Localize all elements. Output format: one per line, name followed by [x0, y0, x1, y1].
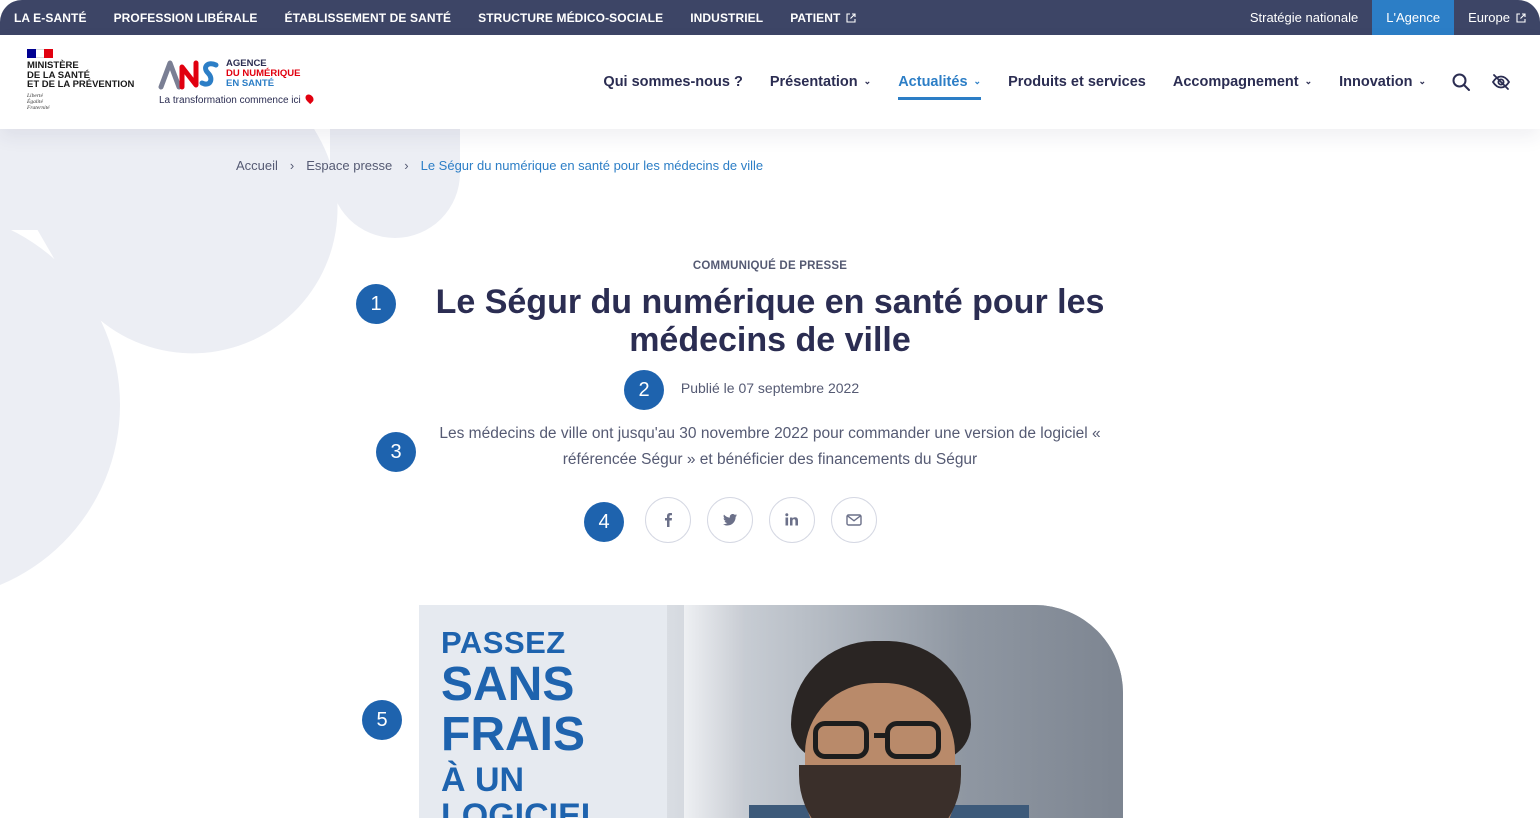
hero-image: PASSEZ SANS FRAIS À UN LOGICIEL — [419, 605, 1123, 818]
ans-logo-mark-icon — [158, 60, 219, 90]
chevron-down-icon: ⌄ — [1304, 75, 1313, 86]
photo-window — [684, 605, 744, 818]
ministry-name: MINISTÈRE DE LA SANTÉ ET DE LA PRÉVENTIO… — [27, 60, 135, 90]
main-navigation: Qui sommes-nous ? Présentation ⌄ Actuali… — [576, 35, 1512, 129]
share-facebook-button[interactable] — [645, 497, 691, 543]
publication-date: Publié le 07 septembre 2022 — [680, 380, 860, 396]
topbar-link-patient[interactable]: PATIENT — [790, 10, 857, 25]
chevron-down-icon: ⌄ — [973, 75, 982, 86]
topbar-link-europe-label: Europe — [1468, 10, 1510, 25]
breadcrumb-separator: › — [289, 158, 295, 173]
topbar-link-strategie[interactable]: Stratégie nationale — [1236, 0, 1372, 35]
audience-links: LA E-SANTÉ PROFESSION LIBÉRALE ÉTABLISSE… — [0, 0, 883, 35]
photo-beard — [799, 765, 961, 818]
nav-accompagnement-label: Accompagnement — [1172, 74, 1299, 90]
promo-line-4: À UN — [441, 761, 525, 799]
breadcrumb: Accueil › Espace presse › Le Ségur du nu… — [236, 158, 763, 173]
breadcrumb-separator: › — [404, 158, 409, 173]
annotation-marker-3: 3 — [376, 432, 416, 472]
nav-actualites-label: Actualités — [898, 74, 968, 90]
ans-line-3: EN SANTÉ — [226, 78, 275, 89]
topbar-link-medico-social[interactable]: STRUCTURE MÉDICO-SOCIALE — [478, 11, 663, 25]
nav-presentation-label: Présentation — [769, 74, 858, 90]
site-header: MINISTÈRE DE LA SANTÉ ET DE LA PRÉVENTIO… — [0, 35, 1540, 129]
topbar-link-profession-liberale[interactable]: PROFESSION LIBÉRALE — [114, 11, 258, 25]
topbar-link-agence[interactable]: L'Agence — [1372, 0, 1455, 35]
accessibility-toggle-button[interactable] — [1490, 71, 1512, 93]
nav-produits-services[interactable]: Produits et services — [1008, 67, 1146, 97]
ans-wordmark: AGENCE DU NUMÉRIQUE EN SANTÉ — [226, 59, 300, 89]
article-category: COMMUNIQUÉ DE PRESSE — [692, 260, 848, 272]
topbar-link-patient-label: PATIENT — [790, 10, 841, 25]
promo-text: PASSEZ SANS FRAIS À UN LOGICIEL — [441, 627, 602, 818]
promo-line-3: FRAIS — [441, 708, 585, 761]
share-buttons — [645, 497, 893, 543]
share-email-button[interactable] — [831, 497, 877, 543]
nav-presentation[interactable]: Présentation ⌄ — [770, 67, 871, 97]
top-utility-bar: LA E-SANTÉ PROFESSION LIBÉRALE ÉTABLISSE… — [0, 0, 1540, 35]
ans-tagline: La transformation commence ici — [159, 92, 315, 106]
search-icon — [1452, 73, 1470, 91]
promo-line-5: LOGICIEL — [441, 797, 602, 818]
chevron-down-icon: ⌄ — [1418, 75, 1426, 86]
nav-innovation-label: Innovation — [1339, 74, 1413, 90]
glasses-lens-left — [813, 721, 869, 759]
external-link-icon — [846, 12, 857, 23]
chevron-down-icon: ⌄ — [863, 75, 872, 86]
eye-off-icon — [1491, 74, 1511, 90]
twitter-icon — [723, 514, 737, 526]
nav-actualites[interactable]: Actualités ⌄ — [898, 67, 982, 100]
article-lede: Les médecins de ville ont jusqu'au 30 no… — [439, 425, 1101, 468]
french-flag-icon — [27, 49, 54, 58]
search-button[interactable] — [1450, 71, 1472, 93]
topbar-link-europe[interactable]: Europe — [1454, 0, 1540, 35]
linkedin-icon — [785, 513, 798, 526]
share-twitter-button[interactable] — [707, 497, 753, 543]
ans-tagline-text: La transformation commence ici — [159, 95, 301, 106]
page-title: Le Ségur du numérique en santé pour les … — [435, 283, 1105, 359]
promo-line-1: PASSEZ — [441, 625, 566, 660]
page-frame: LA E-SANTÉ PROFESSION LIBÉRALE ÉTABLISSE… — [0, 0, 1540, 818]
glasses-lens-right — [885, 721, 941, 759]
annotation-marker-5: 5 — [362, 700, 402, 740]
ans-logo[interactable]: AGENCE DU NUMÉRIQUE EN SANTÉ La transfor… — [158, 57, 318, 107]
background-shape — [330, 110, 460, 238]
promo-line-2: SANS — [441, 658, 575, 711]
topbar-link-etablissement[interactable]: ÉTABLISSEMENT DE SANTÉ — [284, 11, 451, 25]
breadcrumb-current: Le Ségur du numérique en santé pour les … — [420, 158, 764, 173]
ministry-logo[interactable]: MINISTÈRE DE LA SANTÉ ET DE LA PRÉVENTIO… — [27, 49, 147, 111]
email-icon — [846, 514, 862, 526]
topbar-link-industriel[interactable]: INDUSTRIEL — [690, 11, 763, 25]
annotation-marker-4: 4 — [584, 502, 624, 542]
location-pin-icon — [303, 92, 315, 105]
glasses-bridge — [874, 733, 890, 738]
share-linkedin-button[interactable] — [769, 497, 815, 543]
nav-innovation[interactable]: Innovation ⌄ — [1339, 67, 1426, 97]
institutional-links: Stratégie nationale L'Agence Europe — [1236, 0, 1540, 35]
breadcrumb-press[interactable]: Espace presse — [306, 158, 392, 173]
external-link-icon — [1516, 12, 1526, 23]
nav-accompagnement[interactable]: Accompagnement ⌄ — [1173, 67, 1312, 97]
annotation-marker-1: 1 — [356, 284, 396, 324]
ministry-motto: Liberté Égalité Fraternité — [27, 92, 50, 111]
annotation-marker-2: 2 — [624, 370, 664, 410]
facebook-icon — [665, 513, 672, 527]
topbar-link-e-sante[interactable]: LA E-SANTÉ — [14, 11, 87, 25]
breadcrumb-home[interactable]: Accueil — [236, 158, 278, 173]
nav-qui-sommes-nous[interactable]: Qui sommes-nous ? — [603, 67, 742, 97]
